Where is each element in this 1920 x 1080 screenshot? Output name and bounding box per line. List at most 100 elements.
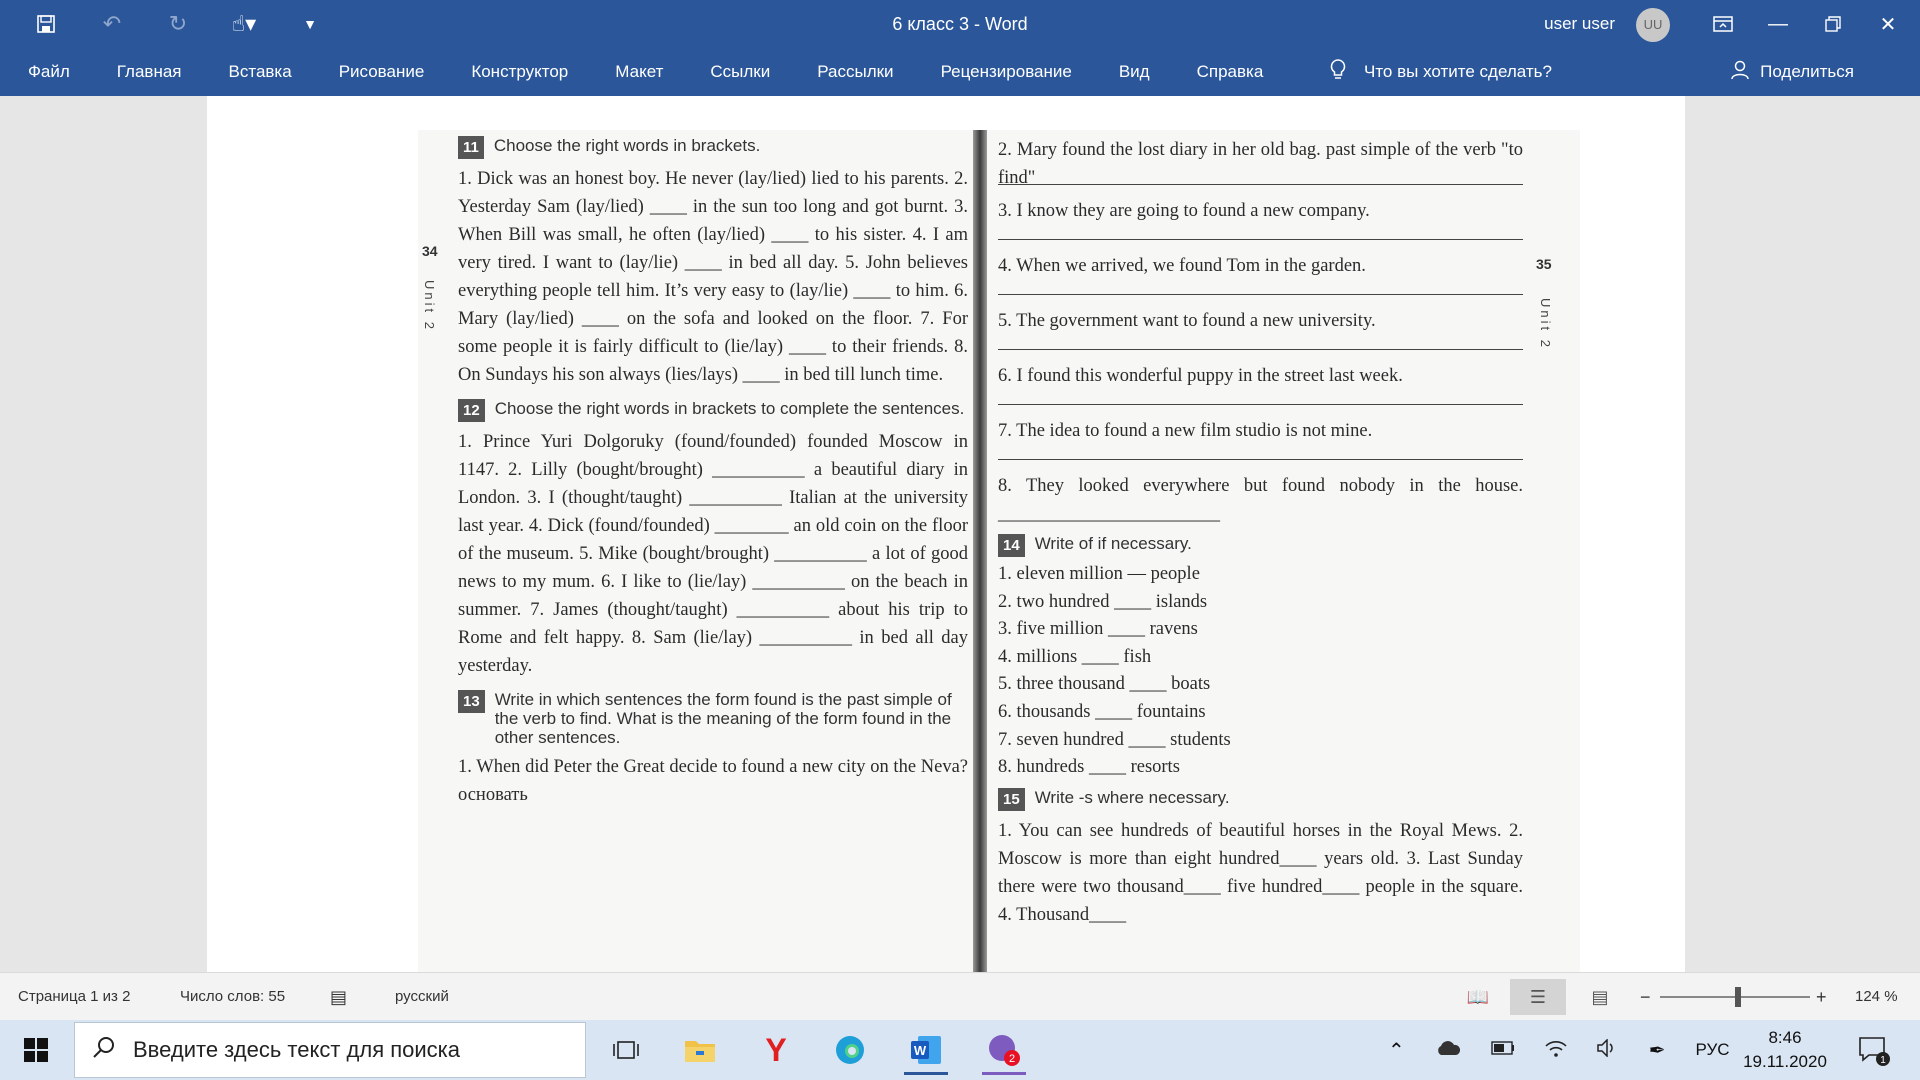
lightbulb-icon <box>1330 58 1346 86</box>
status-bar: Страница 1 из 2 Число слов: 55 ▤ русский… <box>0 972 1920 1021</box>
undo-icon[interactable]: ↶ <box>90 2 134 46</box>
title-bar: ↶ ↻ ☝▾ ▼ 6 класс 3 - Word user user UU —… <box>0 0 1920 48</box>
exercise-11-header: 11 Choose the right words in brackets. <box>458 136 968 159</box>
customize-qat-icon[interactable]: ▼ <box>288 2 332 46</box>
ribbon: Файл Главная Вставка Рисование Конструкт… <box>0 48 1920 96</box>
list-item: 3. five million ____ ravens <box>998 619 1198 640</box>
list-item: 1. eleven million — people <box>998 564 1200 584</box>
tab-help[interactable]: Справка <box>1197 62 1264 82</box>
list-item: 2. two hundred ____ islands <box>998 591 1208 612</box>
viber-icon[interactable]: 2 <box>982 1028 1026 1075</box>
exercise-number: 15 <box>998 787 1025 811</box>
search-placeholder: Введите здесь текст для поиска <box>133 1037 461 1062</box>
list-item: 8. hundreds ____ resorts <box>998 757 1180 778</box>
chevron-up-icon[interactable]: ⌃ <box>1388 1038 1405 1063</box>
user-name[interactable]: user user <box>1544 0 1615 48</box>
tab-review[interactable]: Рецензирование <box>941 62 1072 82</box>
search-icon <box>93 1036 115 1064</box>
avatar[interactable]: UU <box>1636 8 1670 42</box>
notification-badge: 1 <box>1880 1055 1886 1066</box>
share-label: Поделиться <box>1760 62 1854 81</box>
left-page: 11 Choose the right words in brackets. 1… <box>458 130 968 972</box>
word-count[interactable]: Число слов: 55 <box>180 973 285 1021</box>
language-indicator[interactable]: русский <box>395 973 449 1021</box>
web-layout-icon[interactable]: ▤ <box>1572 979 1628 1015</box>
exercise-13-text: 1. When did Peter the Great decide to fo… <box>458 757 968 805</box>
system-clock[interactable]: 8:46 19.11.2020 <box>1735 1026 1835 1074</box>
save-icon[interactable] <box>24 2 68 46</box>
exercise-14-list: 1. eleven million — people 2. two hundre… <box>998 561 1523 782</box>
input-language[interactable]: РУС <box>1696 1040 1730 1060</box>
clock-time: 8:46 <box>1768 1028 1802 1047</box>
tab-design[interactable]: Конструктор <box>471 62 568 82</box>
tab-view[interactable]: Вид <box>1119 62 1150 82</box>
volume-icon[interactable] <box>1597 1037 1619 1062</box>
exercise-14-header: 14 Write of if necessary. <box>998 534 1523 557</box>
person-icon <box>1730 60 1750 85</box>
ribbon-tabs: Файл Главная Вставка Рисование Конструкт… <box>28 48 1310 96</box>
zoom-slider-thumb[interactable] <box>1735 987 1741 1007</box>
share-button[interactable]: Поделиться <box>1730 48 1854 96</box>
page-count[interactable]: Страница 1 из 2 <box>18 973 130 1021</box>
viber-badge: 2 <box>1009 1053 1015 1065</box>
proofing-icon[interactable]: ▤ <box>330 973 347 1021</box>
tab-layout[interactable]: Макет <box>615 62 663 82</box>
touch-mode-icon[interactable]: ☝▾ <box>222 2 266 46</box>
svg-text:W: W <box>914 1043 927 1058</box>
clock-date: 19.11.2020 <box>1743 1052 1827 1071</box>
list-item: 5. three thousand ____ boats <box>998 674 1211 695</box>
page-number-left: 34 <box>422 243 438 259</box>
tab-references[interactable]: Ссылки <box>710 62 770 82</box>
scanned-textbook-image[interactable]: 34 Unit 2 35 Unit 2 11 Choose the right … <box>418 130 1580 972</box>
exercise-title: Write in which sentences the form found … <box>494 690 952 747</box>
exercise-number: 12 <box>458 399 485 422</box>
notification-center-icon[interactable]: 1 <box>1852 1028 1896 1072</box>
list-item: 4. millions ____ fish <box>998 646 1152 667</box>
windows-start-icon[interactable] <box>12 1030 60 1070</box>
redo-icon[interactable]: ↻ <box>156 2 200 46</box>
zoom-in-icon[interactable]: + <box>1816 973 1827 1021</box>
list-item: 8. They looked everywhere but found nobo… <box>998 476 1523 524</box>
right-page: 2. Mary found the lost diary in her old … <box>998 130 1523 972</box>
list-item: 7. seven hundred ____ students <box>998 729 1231 750</box>
tab-insert[interactable]: Вставка <box>229 62 292 82</box>
list-item: 7. The idea to found a new film studio i… <box>998 405 1523 460</box>
tab-mailings[interactable]: Рассылки <box>817 62 893 82</box>
wifi-icon[interactable] <box>1545 1039 1567 1062</box>
list-item: 5. The government want to found a new un… <box>998 295 1523 350</box>
exercise-title: Choose the right words in brackets to co… <box>494 399 965 418</box>
system-tray: ⌃ ✒ РУС <box>1388 1020 1730 1080</box>
page-number-right: 35 <box>1536 256 1552 272</box>
exercise-11-text: 1. Dick was an honest boy. He never (lay… <box>458 169 968 385</box>
taskbar: Введите здесь текст для поиска Y W 2 ⌃ ✒… <box>0 1020 1920 1080</box>
tab-home[interactable]: Главная <box>117 62 182 82</box>
exercise-title: Write -s where necessary. <box>1034 787 1230 807</box>
task-view-icon[interactable] <box>604 1028 648 1072</box>
list-item: 3. I know they are going to found a new … <box>998 185 1523 240</box>
tell-me-search[interactable]: Что вы хотите сделать? <box>1330 48 1552 96</box>
close-icon[interactable]: ✕ <box>1856 0 1920 48</box>
tab-draw[interactable]: Рисование <box>339 62 425 82</box>
yandex-browser-icon[interactable]: Y <box>754 1028 798 1072</box>
onedrive-icon[interactable] <box>1435 1040 1461 1061</box>
edge-browser-icon[interactable] <box>828 1028 872 1072</box>
exercise-number: 11 <box>458 136 484 159</box>
tab-file[interactable]: Файл <box>28 62 70 82</box>
file-explorer-icon[interactable] <box>678 1028 722 1072</box>
zoom-level[interactable]: 124 % <box>1855 973 1898 1021</box>
zoom-out-icon[interactable]: − <box>1640 973 1651 1021</box>
taskbar-search-box[interactable]: Введите здесь текст для поиска <box>74 1022 586 1078</box>
battery-icon[interactable] <box>1491 1040 1515 1060</box>
print-layout-icon[interactable]: ☰ <box>1510 979 1566 1015</box>
exercise-13-header: 13 Write in which sentences the form fou… <box>458 690 968 747</box>
exercise-15-text: 1. You can see hundreds of beautiful hor… <box>998 820 1523 925</box>
unit-label-left: Unit 2 <box>422 280 437 332</box>
exercise-title: Choose the right words in brackets. <box>493 136 761 155</box>
read-mode-icon[interactable]: 📖 <box>1450 979 1506 1015</box>
list-item: 6. I found this wonderful puppy in the s… <box>998 350 1523 405</box>
word-taskbar-icon[interactable]: W <box>904 1028 948 1075</box>
exercise-12-header: 12 Choose the right words in brackets to… <box>458 399 968 422</box>
list-item: 6. thousands ____ fountains <box>998 701 1206 722</box>
exercise-12-text: 1. Prince Yuri Dolgoruky (found/founded)… <box>458 432 968 676</box>
pen-icon[interactable]: ✒ <box>1649 1038 1666 1063</box>
